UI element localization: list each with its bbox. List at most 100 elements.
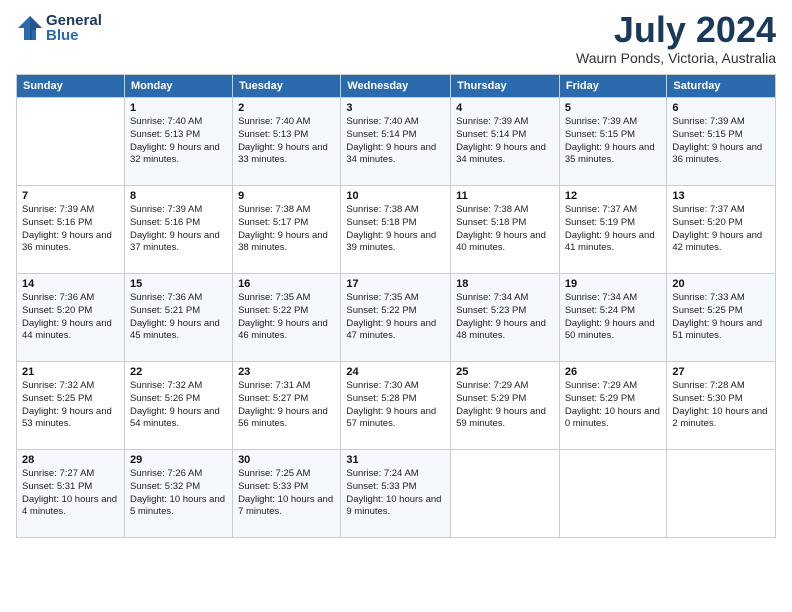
table-row: 22 Sunrise: 7:32 AMSunset: 5:26 PMDayligh…	[124, 362, 232, 450]
day-info: Sunrise: 7:32 AMSunset: 5:26 PMDaylight:…	[130, 380, 227, 431]
day-number: 6	[672, 102, 770, 114]
table-row	[667, 450, 776, 538]
day-info: Sunrise: 7:34 AMSunset: 5:23 PMDaylight:…	[456, 292, 554, 343]
day-number: 14	[22, 278, 119, 290]
day-info: Sunrise: 7:40 AMSunset: 5:13 PMDaylight:…	[238, 116, 335, 167]
day-info: Sunrise: 7:40 AMSunset: 5:14 PMDaylight:…	[346, 116, 445, 167]
logo: General Blue	[16, 12, 102, 44]
location-title: Waurn Ponds, Victoria, Australia	[576, 50, 776, 66]
col-tuesday: Tuesday	[233, 75, 341, 98]
day-number: 9	[238, 190, 335, 202]
day-info: Sunrise: 7:25 AMSunset: 5:33 PMDaylight:…	[238, 468, 335, 519]
day-number: 13	[672, 190, 770, 202]
day-number: 3	[346, 102, 445, 114]
calendar-table: Sunday Monday Tuesday Wednesday Thursday…	[16, 74, 776, 538]
day-number: 20	[672, 278, 770, 290]
day-info: Sunrise: 7:27 AMSunset: 5:31 PMDaylight:…	[22, 468, 119, 519]
day-info: Sunrise: 7:35 AMSunset: 5:22 PMDaylight:…	[238, 292, 335, 343]
day-number: 26	[565, 366, 662, 378]
calendar-page: General Blue July 2024 Waurn Ponds, Vict…	[0, 0, 792, 612]
col-friday: Friday	[559, 75, 667, 98]
table-row: 8Sunrise: 7:39 AMSunset: 5:16 PMDaylight…	[124, 186, 232, 274]
day-number: 5	[565, 102, 662, 114]
day-number: 19	[565, 278, 662, 290]
day-info: Sunrise: 7:37 AMSunset: 5:19 PMDaylight:…	[565, 204, 662, 255]
table-row: 28Sunrise: 7:27 AMSunset: 5:31 PMDayligh…	[17, 450, 125, 538]
table-row: 16 Sunrise: 7:35 AMSunset: 5:22 PMDayligh…	[233, 274, 341, 362]
month-title: July 2024	[576, 12, 776, 48]
day-info: Sunrise: 7:40 AMSunset: 5:13 PMDaylight:…	[130, 116, 227, 167]
table-row: 3 Sunrise: 7:40 AMSunset: 5:14 PMDaylight…	[341, 98, 451, 186]
day-number: 18	[456, 278, 554, 290]
day-info: Sunrise: 7:39 AMSunset: 5:16 PMDaylight:…	[130, 204, 227, 255]
table-row: 20 Sunrise: 7:33 AMSunset: 5:25 PMDayligh…	[667, 274, 776, 362]
day-number: 7	[22, 190, 119, 202]
table-row	[17, 98, 125, 186]
table-row: 7Sunrise: 7:39 AMSunset: 5:16 PMDaylight…	[17, 186, 125, 274]
day-info: Sunrise: 7:26 AMSunset: 5:32 PMDaylight:…	[130, 468, 227, 519]
day-number: 21	[22, 366, 119, 378]
col-sunday: Sunday	[17, 75, 125, 98]
day-number: 22	[130, 366, 227, 378]
table-row: 27 Sunrise: 7:28 AMSunset: 5:30 PMDayligh…	[667, 362, 776, 450]
day-info: Sunrise: 7:34 AMSunset: 5:24 PMDaylight:…	[565, 292, 662, 343]
table-row: 26 Sunrise: 7:29 AMSunset: 5:29 PMDayligh…	[559, 362, 667, 450]
calendar-week-row: 1Sunrise: 7:40 AMSunset: 5:13 PMDaylight…	[17, 98, 776, 186]
table-row: 19 Sunrise: 7:34 AMSunset: 5:24 PMDayligh…	[559, 274, 667, 362]
day-info: Sunrise: 7:28 AMSunset: 5:30 PMDaylight:…	[672, 380, 770, 431]
day-number: 27	[672, 366, 770, 378]
table-row: 4 Sunrise: 7:39 AMSunset: 5:14 PMDaylight…	[451, 98, 560, 186]
table-row	[559, 450, 667, 538]
table-row: 13 Sunrise: 7:37 AMSunset: 5:20 PMDayligh…	[667, 186, 776, 274]
col-monday: Monday	[124, 75, 232, 98]
calendar-header-row: Sunday Monday Tuesday Wednesday Thursday…	[17, 75, 776, 98]
table-row: 12 Sunrise: 7:37 AMSunset: 5:19 PMDayligh…	[559, 186, 667, 274]
calendar-week-row: 28Sunrise: 7:27 AMSunset: 5:31 PMDayligh…	[17, 450, 776, 538]
day-info: Sunrise: 7:29 AMSunset: 5:29 PMDaylight:…	[565, 380, 662, 431]
day-number: 31	[346, 454, 445, 466]
col-thursday: Thursday	[451, 75, 560, 98]
day-info: Sunrise: 7:33 AMSunset: 5:25 PMDaylight:…	[672, 292, 770, 343]
table-row: 2 Sunrise: 7:40 AMSunset: 5:13 PMDaylight…	[233, 98, 341, 186]
table-row: 18 Sunrise: 7:34 AMSunset: 5:23 PMDayligh…	[451, 274, 560, 362]
logo-icon	[16, 14, 44, 42]
day-info: Sunrise: 7:39 AMSunset: 5:14 PMDaylight:…	[456, 116, 554, 167]
day-number: 4	[456, 102, 554, 114]
day-info: Sunrise: 7:39 AMSunset: 5:15 PMDaylight:…	[672, 116, 770, 167]
day-info: Sunrise: 7:24 AMSunset: 5:33 PMDaylight:…	[346, 468, 445, 519]
table-row: 25Sunrise: 7:29 AMSunset: 5:29 PMDayligh…	[451, 362, 560, 450]
table-row: 9 Sunrise: 7:38 AMSunset: 5:17 PMDaylight…	[233, 186, 341, 274]
day-number: 16	[238, 278, 335, 290]
day-info: Sunrise: 7:38 AMSunset: 5:17 PMDaylight:…	[238, 204, 335, 255]
day-info: Sunrise: 7:36 AMSunset: 5:21 PMDaylight:…	[130, 292, 227, 343]
table-row: 24Sunrise: 7:30 AMSunset: 5:28 PMDayligh…	[341, 362, 451, 450]
day-number: 11	[456, 190, 554, 202]
day-info: Sunrise: 7:32 AMSunset: 5:25 PMDaylight:…	[22, 380, 119, 431]
logo-text: General Blue	[46, 12, 102, 44]
day-number: 2	[238, 102, 335, 114]
day-number: 17	[346, 278, 445, 290]
day-info: Sunrise: 7:39 AMSunset: 5:15 PMDaylight:…	[565, 116, 662, 167]
table-row	[451, 450, 560, 538]
table-row: 31 Sunrise: 7:24 AMSunset: 5:33 PMDayligh…	[341, 450, 451, 538]
col-saturday: Saturday	[667, 75, 776, 98]
calendar-week-row: 14 Sunrise: 7:36 AMSunset: 5:20 PMDayligh…	[17, 274, 776, 362]
day-number: 30	[238, 454, 335, 466]
table-row: 5 Sunrise: 7:39 AMSunset: 5:15 PMDaylight…	[559, 98, 667, 186]
calendar-week-row: 21 Sunrise: 7:32 AMSunset: 5:25 PMDayligh…	[17, 362, 776, 450]
table-row: 11Sunrise: 7:38 AMSunset: 5:18 PMDayligh…	[451, 186, 560, 274]
day-number: 23	[238, 366, 335, 378]
day-info: Sunrise: 7:29 AMSunset: 5:29 PMDaylight:…	[456, 380, 554, 431]
day-info: Sunrise: 7:36 AMSunset: 5:20 PMDaylight:…	[22, 292, 119, 343]
table-row: 1Sunrise: 7:40 AMSunset: 5:13 PMDaylight…	[124, 98, 232, 186]
day-info: Sunrise: 7:35 AMSunset: 5:22 PMDaylight:…	[346, 292, 445, 343]
table-row: 29Sunrise: 7:26 AMSunset: 5:32 PMDayligh…	[124, 450, 232, 538]
table-row: 17 Sunrise: 7:35 AMSunset: 5:22 PMDayligh…	[341, 274, 451, 362]
table-row: 15Sunrise: 7:36 AMSunset: 5:21 PMDayligh…	[124, 274, 232, 362]
table-row: 6 Sunrise: 7:39 AMSunset: 5:15 PMDaylight…	[667, 98, 776, 186]
day-info: Sunrise: 7:38 AMSunset: 5:18 PMDaylight:…	[346, 204, 445, 255]
day-info: Sunrise: 7:37 AMSunset: 5:20 PMDaylight:…	[672, 204, 770, 255]
day-number: 12	[565, 190, 662, 202]
day-info: Sunrise: 7:30 AMSunset: 5:28 PMDaylight:…	[346, 380, 445, 431]
table-row: 30 Sunrise: 7:25 AMSunset: 5:33 PMDayligh…	[233, 450, 341, 538]
